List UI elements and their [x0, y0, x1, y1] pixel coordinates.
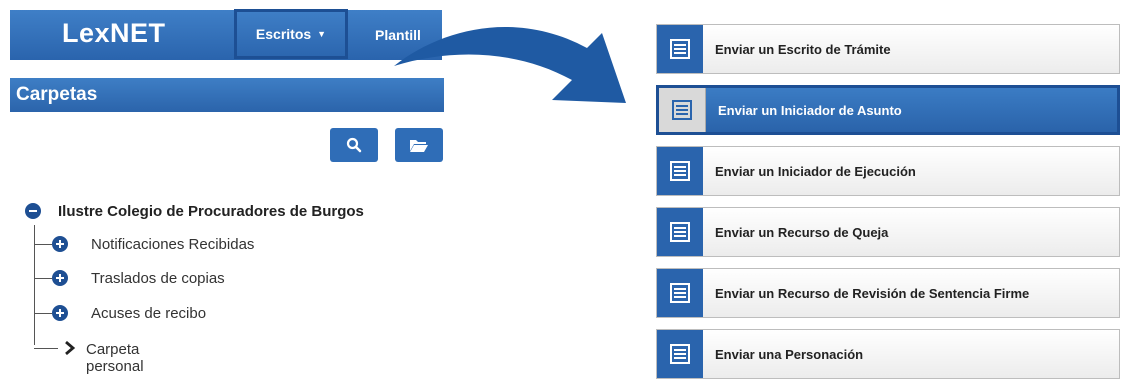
chevron-right-icon[interactable] — [62, 341, 76, 355]
menu-item-iniciador-ejecucion[interactable]: Enviar un Iniciador de Ejecución — [656, 146, 1120, 196]
folder-open-icon — [410, 140, 428, 152]
tree-root-label[interactable]: Ilustre Colegio de Procuradores de Burgo… — [58, 203, 364, 220]
list-icon-box — [657, 269, 703, 317]
tree-branch — [34, 348, 58, 349]
tree-item-traslados[interactable]: Traslados de copias — [91, 270, 225, 287]
document-list-icon — [670, 161, 690, 181]
open-folder-button[interactable] — [395, 128, 443, 162]
tree-branch — [34, 278, 52, 279]
search-icon — [346, 137, 362, 153]
menu-item-recurso-queja[interactable]: Enviar un Recurso de Queja — [656, 207, 1120, 257]
curved-arrow-icon — [394, 26, 626, 103]
lexnet-logo[interactable]: LexNET — [62, 18, 166, 49]
escritos-dropdown-menu: Enviar un Escrito de Trámite Enviar un I… — [656, 24, 1120, 390]
collapse-icon[interactable] — [25, 203, 41, 219]
tree-item-carpeta-personal[interactable]: Carpeta personal — [86, 341, 144, 375]
document-list-icon — [670, 344, 690, 364]
expand-icon[interactable] — [52, 270, 68, 286]
menu-item-recurso-revision[interactable]: Enviar un Recurso de Revisión de Sentenc… — [656, 268, 1120, 318]
tree-connector — [34, 225, 35, 345]
tree-item-notificaciones[interactable]: Notificaciones Recibidas — [91, 236, 254, 253]
nav-escritos-menu[interactable]: Escritos ▼ — [234, 9, 348, 59]
menu-item-escrito-tramite[interactable]: Enviar un Escrito de Trámite — [656, 24, 1120, 74]
carpetas-header: Carpetas — [10, 78, 444, 112]
search-button[interactable] — [330, 128, 378, 162]
expand-icon[interactable] — [52, 236, 68, 252]
document-list-icon — [672, 100, 692, 120]
list-icon-box — [659, 88, 706, 132]
document-list-icon — [670, 222, 690, 242]
top-navbar: LexNET Escritos ▼ Plantill — [10, 9, 442, 60]
expand-icon[interactable] — [52, 305, 68, 321]
list-icon-box — [657, 147, 703, 195]
tree-branch — [34, 313, 52, 314]
tree-branch — [34, 244, 52, 245]
menu-item-iniciador-asunto[interactable]: Enviar un Iniciador de Asunto — [656, 85, 1120, 135]
list-icon-box — [657, 208, 703, 256]
tree-item-acuses[interactable]: Acuses de recibo — [91, 305, 206, 322]
caret-down-icon: ▼ — [317, 29, 327, 39]
list-icon-box — [657, 330, 703, 378]
document-list-icon — [670, 283, 690, 303]
list-icon-box — [657, 25, 703, 73]
document-list-icon — [670, 39, 690, 59]
menu-item-personacion[interactable]: Enviar una Personación — [656, 329, 1120, 379]
